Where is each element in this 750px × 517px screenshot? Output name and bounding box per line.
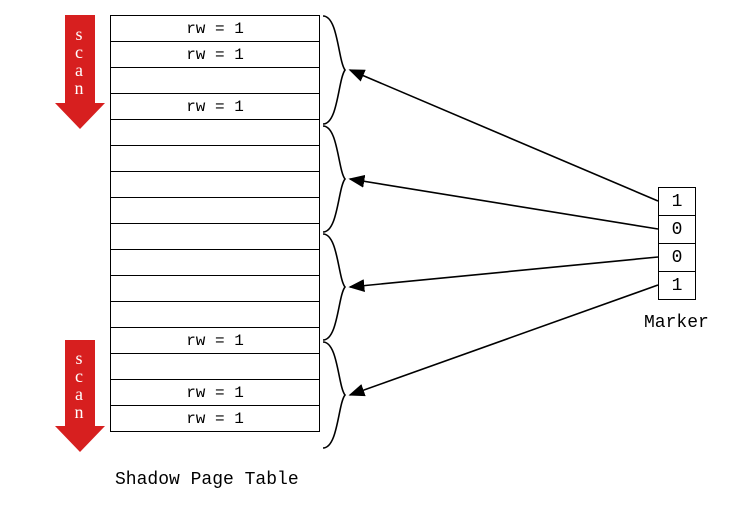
table-row: rw = 1 (111, 94, 319, 120)
table-row: rw = 1 (111, 406, 319, 432)
marker-row: 0 (659, 216, 695, 244)
brace-icon (323, 16, 345, 124)
arrow-down-icon (55, 103, 105, 129)
arrow-icon (350, 257, 658, 287)
marker-row: 0 (659, 244, 695, 272)
marker-table: 1 0 0 1 (658, 187, 696, 300)
scan-arrow-bottom: scan (55, 340, 105, 452)
table-row (111, 302, 319, 328)
table-row (111, 224, 319, 250)
scan-label-bottom: scan (65, 340, 95, 426)
arrow-down-icon (55, 426, 105, 452)
table-row: rw = 1 (111, 42, 319, 68)
table-row (111, 68, 319, 94)
shadow-page-table: rw = 1 rw = 1 rw = 1 rw = 1 rw = 1 rw = … (110, 15, 320, 432)
marker-row: 1 (659, 272, 695, 300)
table-row: rw = 1 (111, 328, 319, 354)
table-row: rw = 1 (111, 16, 319, 42)
scan-label-top: scan (65, 15, 95, 103)
scan-arrow-top: scan (55, 15, 105, 129)
table-row (111, 146, 319, 172)
marker-caption: Marker (644, 313, 709, 333)
arrow-icon (350, 179, 658, 229)
brace-icon (323, 234, 345, 340)
marker-row: 1 (659, 188, 695, 216)
table-row (111, 120, 319, 146)
brace-icon (323, 126, 345, 232)
table-row (111, 276, 319, 302)
table-row (111, 198, 319, 224)
table-row (111, 354, 319, 380)
diagram-canvas: scan scan rw = 1 rw = 1 rw = 1 rw = 1 rw… (0, 0, 750, 517)
table-row: rw = 1 (111, 380, 319, 406)
arrow-icon (350, 70, 658, 201)
table-row (111, 172, 319, 198)
brace-icon (323, 342, 345, 448)
table-row (111, 250, 319, 276)
arrow-icon (350, 285, 658, 395)
shadow-page-table-caption: Shadow Page Table (115, 470, 299, 490)
